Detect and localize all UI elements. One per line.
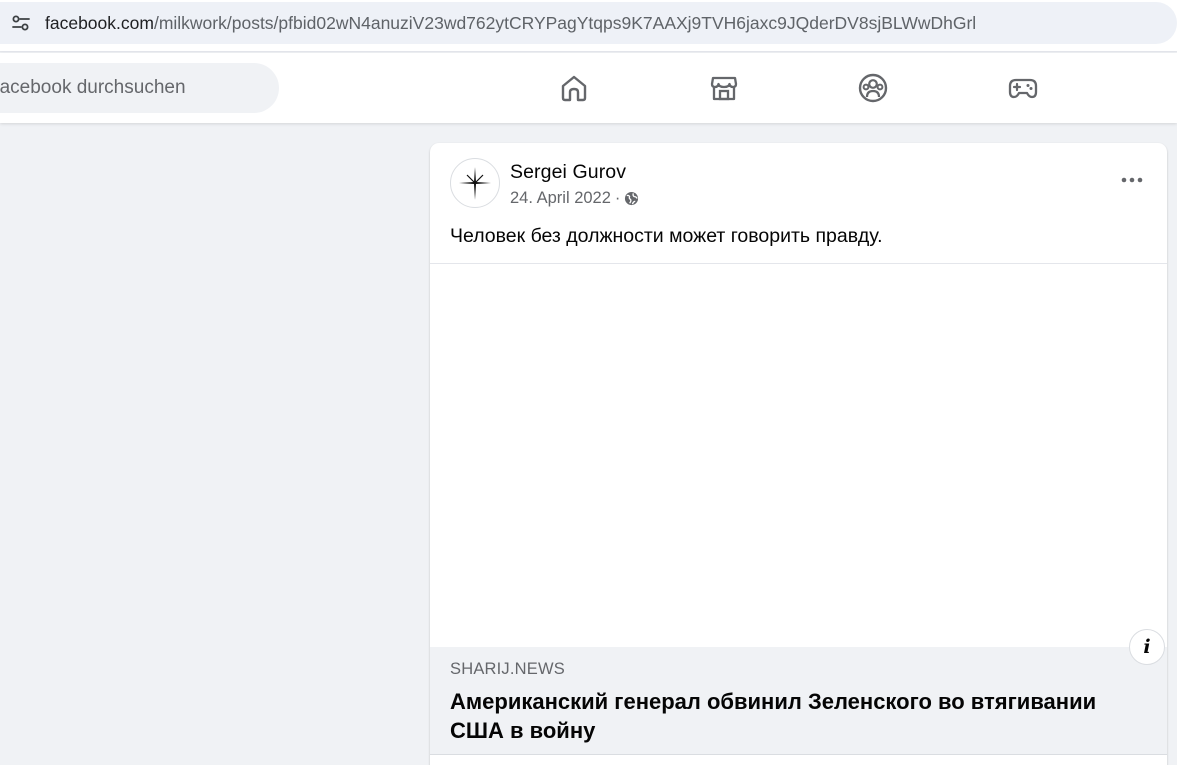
author-name[interactable]: Sergei Gurov [510, 161, 626, 184]
avatar[interactable] [450, 158, 500, 208]
groups-icon[interactable] [856, 71, 890, 105]
facebook-top-nav [0, 53, 1177, 123]
gaming-icon[interactable] [1006, 71, 1040, 105]
address-bar[interactable]: facebook.com/milkwork/posts/pfbid02wN4an… [0, 2, 1177, 44]
marketplace-icon[interactable] [707, 71, 741, 105]
post-card: Sergei Gurov 24. April 2022 · Человек бе… [430, 143, 1167, 765]
link-preview-image[interactable] [430, 263, 1167, 647]
post-text: Человек без должности может говорить пра… [450, 225, 883, 247]
link-preview[interactable]: SHARIJ.NEWS Американский генерал обвинил… [430, 647, 1167, 755]
link-title[interactable]: Американский генерал обвинил Зеленского … [450, 687, 1140, 745]
info-icon[interactable]: i [1129, 629, 1165, 665]
globe-icon [624, 191, 639, 206]
post-date[interactable]: 24. April 2022 [510, 189, 611, 208]
more-options-button[interactable] [1117, 165, 1147, 195]
meta-separator: · [614, 189, 621, 207]
url-text[interactable]: facebook.com/milkwork/posts/pfbid02wN4an… [45, 13, 976, 34]
tune-icon[interactable] [9, 11, 33, 35]
url-path: /milkwork/posts/pfbid02wN4anuziV23wd762y… [153, 12, 977, 33]
star-logo-icon [459, 167, 491, 200]
search-input[interactable] [0, 77, 258, 99]
url-host: facebook.com [45, 12, 154, 33]
browser-toolbar: facebook.com/milkwork/posts/pfbid02wN4an… [0, 0, 1177, 52]
more-dots-icon [1121, 177, 1143, 183]
home-icon[interactable] [557, 71, 591, 105]
search-box[interactable] [0, 63, 279, 113]
link-domain: SHARIJ.NEWS [450, 660, 565, 678]
post-meta: 24. April 2022 · [510, 189, 639, 208]
